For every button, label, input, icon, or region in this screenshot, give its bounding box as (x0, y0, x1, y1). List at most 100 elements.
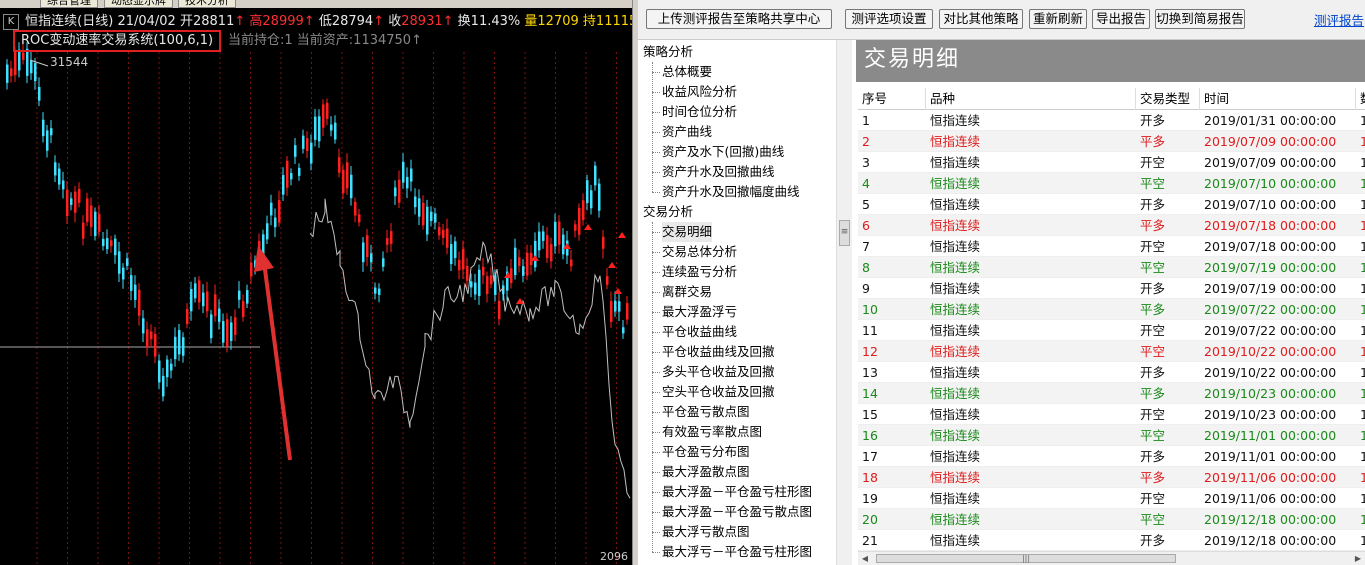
tree-item[interactable]: 交易总体分析 (662, 242, 737, 262)
table-row[interactable]: 12 恒指连续 平空 2019/10/22 00:00:00 1 (858, 341, 1365, 362)
tree-item[interactable]: 空头平仓收益及回撤 (662, 382, 775, 402)
scroll-thumb[interactable]: ||| (876, 554, 1176, 563)
cell-name: 恒指连续 (930, 197, 981, 212)
table-row[interactable]: 7 恒指连续 开空 2019/07/18 00:00:00 1 (858, 236, 1365, 257)
cell-time: 2019/07/10 00:00:00 (1204, 176, 1337, 191)
tree-item[interactable]: 最大浮亏－平仓盈亏柱形图 (662, 542, 812, 562)
candle-body (214, 294, 217, 317)
table-row[interactable]: 21 恒指连续 开多 2019/12/18 00:00:00 1 (858, 530, 1365, 551)
table-row[interactable]: 6 恒指连续 平多 2019/07/18 00:00:00 1 (858, 215, 1365, 236)
candle-body (462, 249, 465, 270)
upload-report-button[interactable]: 上传测评报告至策略共享中心 (646, 9, 832, 29)
table-row[interactable]: 10 恒指连续 平多 2019/07/22 00:00:00 1 (858, 299, 1365, 320)
tab-overview[interactable]: 综合管理 (40, 0, 98, 8)
table-row[interactable]: 16 恒指连续 平空 2019/11/01 00:00:00 1 (858, 425, 1365, 446)
tree-group-trade[interactable]: 交易分析 (643, 202, 693, 222)
tab-technical[interactable]: 技术分析 (178, 0, 236, 8)
refresh-button[interactable]: 重新刷新 (1029, 9, 1087, 29)
cell-type: 平多 (1140, 134, 1166, 149)
export-button[interactable]: 导出报告 (1092, 9, 1150, 29)
tree-item[interactable]: 多头平仓收益及回撤 (662, 362, 775, 382)
tree-item[interactable]: 收益风险分析 (662, 82, 737, 102)
candle-body (38, 86, 41, 101)
candle-body (186, 309, 189, 324)
candle-body (550, 244, 553, 262)
tree-item[interactable]: 平仓收益曲线及回撤 (662, 342, 775, 362)
tree-item[interactable]: 最大浮盈浮亏 (662, 302, 737, 322)
candle-body (410, 168, 413, 182)
candle-body (266, 223, 269, 240)
tree-item[interactable]: 最大浮盈－平仓盈亏散点图 (662, 502, 812, 522)
candle-body (322, 104, 325, 128)
table-row[interactable]: 5 恒指连续 开多 2019/07/10 00:00:00 1 (858, 194, 1365, 215)
report-link[interactable]: 测评报告 (1314, 10, 1364, 29)
table-row[interactable]: 1 恒指连续 开多 2019/01/31 00:00:00 1 (858, 110, 1365, 131)
tab-dynamic[interactable]: 动态显示牌 (104, 0, 173, 8)
table-row[interactable]: 15 恒指连续 开空 2019/10/23 00:00:00 1 (858, 404, 1365, 425)
col-qty[interactable]: 数 (1356, 88, 1365, 110)
tree-item[interactable]: 连续盈亏分析 (662, 262, 737, 282)
high-value: 28999 (262, 14, 304, 29)
tree-item[interactable]: 平仓盈亏分布图 (662, 442, 750, 462)
table-row[interactable]: 4 恒指连续 平空 2019/07/10 00:00:00 1 (858, 173, 1365, 194)
table-row[interactable]: 8 恒指连续 平空 2019/07/19 00:00:00 1 (858, 257, 1365, 278)
chart-pane[interactable]: 综合管理 动态显示牌 技术分析 K 恒指连续(日线) 21/04/02 开288… (0, 0, 632, 565)
tree-scrollbar[interactable]: ≡ (836, 40, 852, 565)
candle-body (350, 174, 353, 199)
cell-qty: 1 (1360, 512, 1365, 527)
cell-type: 开空 (1140, 407, 1166, 422)
strategy-name-box[interactable]: ROC变动速率交易系统(100,6,1) (13, 30, 222, 52)
tree-item[interactable]: 平仓收益曲线 (662, 322, 737, 342)
cell-no: 18 (862, 470, 878, 485)
candlestick-chart[interactable] (0, 0, 632, 565)
tree-item[interactable]: 最大浮盈－平仓盈亏柱形图 (662, 482, 812, 502)
tree-item[interactable]: 资产及水下(回撤)曲线 (662, 142, 784, 162)
table-row[interactable]: 11 恒指连续 开空 2019/07/22 00:00:00 1 (858, 320, 1365, 341)
tree-item[interactable]: 资产曲线 (662, 122, 712, 142)
tree-item[interactable]: 有效盈亏率散点图 (662, 422, 762, 442)
col-type[interactable]: 交易类型 (1136, 88, 1200, 110)
table-row[interactable]: 18 恒指连续 平多 2019/11/06 00:00:00 1 (858, 467, 1365, 488)
tree-item[interactable]: 时间仓位分析 (662, 102, 737, 122)
table-row[interactable]: 20 恒指连续 平空 2019/12/18 00:00:00 1 (858, 509, 1365, 530)
table-row[interactable]: 17 恒指连续 开多 2019/11/01 00:00:00 1 (858, 446, 1365, 467)
cell-qty: 1 (1360, 533, 1365, 548)
tree-group-strategy[interactable]: 策略分析 (643, 42, 693, 62)
col-no[interactable]: 序号 (858, 88, 926, 110)
tree-connector (652, 392, 660, 393)
cell-type: 平空 (1140, 344, 1166, 359)
cell-type: 开多 (1140, 533, 1166, 548)
candle-body (626, 303, 629, 320)
scroll-thumb[interactable]: ≡ (839, 220, 850, 246)
table-row[interactable]: 2 恒指连续 平多 2019/07/09 00:00:00 1 (858, 131, 1365, 152)
scroll-left-icon[interactable]: ◀ (858, 552, 872, 565)
scroll-right-icon[interactable]: ▶ (1351, 552, 1365, 565)
settings-button[interactable]: 测评选项设置 (845, 9, 933, 29)
tree-item[interactable]: 资产升水及回撤曲线 (662, 162, 775, 182)
candle-body (362, 242, 365, 263)
candle-body (218, 308, 221, 322)
k-line-icon[interactable]: K (3, 14, 19, 30)
col-name[interactable]: 品种 (926, 88, 1136, 110)
indicator-line (309, 198, 631, 499)
compare-button[interactable]: 对比其他策略 (939, 9, 1023, 29)
table-row[interactable]: 13 恒指连续 开多 2019/10/22 00:00:00 1 (858, 362, 1365, 383)
table-row[interactable]: 9 恒指连续 开多 2019/07/19 00:00:00 1 (858, 278, 1365, 299)
tree-item[interactable]: 最大浮盈散点图 (662, 462, 750, 482)
cell-time: 2019/07/18 00:00:00 (1204, 239, 1337, 254)
tree-item[interactable]: 总体概要 (662, 62, 712, 82)
table-row[interactable]: 3 恒指连续 开空 2019/07/09 00:00:00 1 (858, 152, 1365, 173)
horizontal-scrollbar[interactable]: ◀ ||| ▶ (858, 551, 1365, 565)
tree-item[interactable]: 平仓盈亏散点图 (662, 402, 750, 422)
col-time[interactable]: 时间 (1200, 88, 1356, 110)
tree-item[interactable]: 最大浮亏散点图 (662, 522, 750, 542)
table-row[interactable]: 14 恒指连续 平多 2019/10/23 00:00:00 1 (858, 383, 1365, 404)
tree-item[interactable]: 离群交易 (662, 282, 712, 302)
simple-report-button[interactable]: 切换到简易报告 (1155, 9, 1245, 29)
candle-body (66, 189, 69, 217)
tree-item[interactable]: 交易明细 (662, 222, 713, 242)
candle-body (178, 330, 181, 355)
candle-body (530, 252, 533, 265)
table-row[interactable]: 19 恒指连续 开空 2019/11/06 00:00:00 1 (858, 488, 1365, 509)
tree-item[interactable]: 资产升水及回撤幅度曲线 (662, 182, 800, 202)
